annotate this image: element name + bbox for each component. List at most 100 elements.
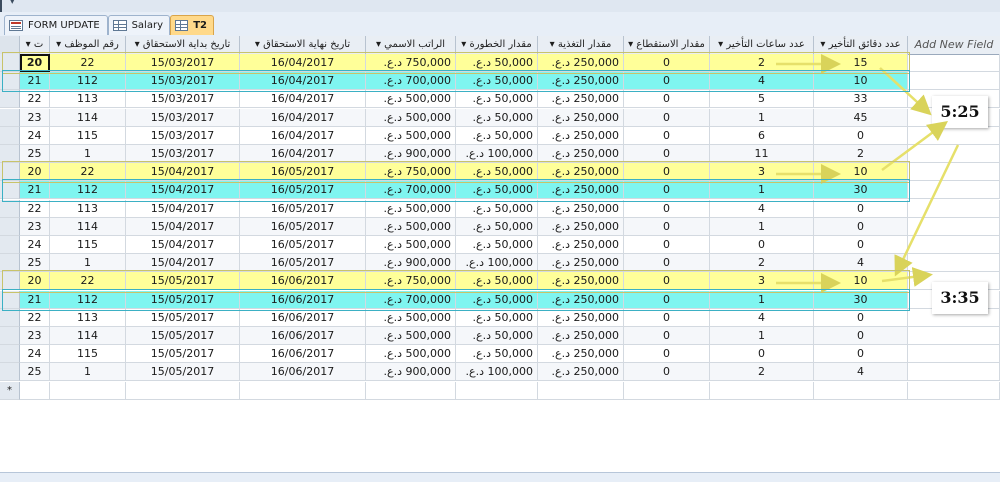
cell-start-date[interactable]: 15/03/2017 [126,90,240,109]
new-record-marker[interactable]: * [0,381,20,400]
cell-food-amount[interactable]: 250,000 د.ع. [538,254,624,273]
new-record-cell[interactable] [908,381,1000,400]
cell-employee-no[interactable]: 112 [50,181,126,200]
cell-t[interactable]: 22 [20,199,50,218]
cell-food-amount[interactable]: 250,000 د.ع. [538,363,624,382]
cell-base-salary[interactable]: 500,000 د.ع. [366,236,456,254]
cell-employee-no[interactable]: 113 [50,308,126,327]
cell-t[interactable]: 20 [20,54,50,72]
table-row[interactable]: 21 112 15/04/2017 16/05/2017 700,000 د.ع. 50,… [0,181,1000,200]
cell-start-date[interactable]: 15/04/2017 [126,217,240,236]
cell-food-amount[interactable]: 250,000 د.ع. [538,236,624,254]
cell-new-field[interactable] [908,199,1000,218]
cell-t[interactable]: 23 [20,217,50,236]
cell-risk-amount[interactable]: 50,000 د.ع. [456,290,538,309]
cell-base-salary[interactable]: 750,000 د.ع. [366,54,456,72]
cell-t[interactable]: 25 [20,254,50,273]
record-selector[interactable] [0,345,20,364]
new-record-cell[interactable] [50,381,126,400]
column-header-employee-no[interactable]: رقم الموظف ▾ [50,36,126,54]
sort-dropdown-icon[interactable]: ▾ [550,39,555,50]
column-header-food-amount[interactable]: مقدار التغذية ▾ [538,36,624,54]
sort-dropdown-icon[interactable]: ▾ [820,39,825,50]
cell-food-amount[interactable]: 250,000 د.ع. [538,217,624,236]
cell-deduction[interactable]: 0 [624,308,710,327]
cell-food-amount[interactable]: 250,000 د.ع. [538,308,624,327]
cell-deduction[interactable]: 0 [624,345,710,364]
cell-late-hours[interactable]: 0 [710,345,814,364]
table-row[interactable]: 22 113 15/05/2017 16/06/2017 500,000 د.ع. 50,… [0,308,1000,327]
new-record-cell[interactable] [814,381,908,400]
column-header-start-date[interactable]: تاريخ بداية الاستحقاق ▾ [126,36,240,54]
cell-late-minutes[interactable]: 10 [814,72,908,91]
cell-end-date[interactable]: 16/05/2017 [240,181,366,200]
cell-base-salary[interactable]: 500,000 د.ع. [366,108,456,127]
cell-food-amount[interactable]: 250,000 د.ع. [538,163,624,182]
cell-new-field[interactable] [908,363,1000,382]
cell-t[interactable]: 21 [20,181,50,200]
record-selector[interactable] [0,108,20,127]
cell-new-field[interactable] [908,163,1000,182]
cell-employee-no[interactable]: 112 [50,72,126,91]
sort-dropdown-icon[interactable]: ▾ [718,39,723,50]
new-record-cell[interactable] [20,381,50,400]
cell-t[interactable]: 23 [20,108,50,127]
cell-late-minutes[interactable]: 15 [814,54,908,72]
cell-t[interactable]: 24 [20,236,50,254]
cell-late-minutes[interactable]: 0 [814,327,908,345]
cell-employee-no[interactable]: 114 [50,108,126,127]
cell-end-date[interactable]: 16/06/2017 [240,272,366,291]
new-record-cell[interactable] [710,381,814,400]
cell-new-field[interactable] [908,126,1000,145]
sort-dropdown-icon[interactable]: ▾ [26,39,31,50]
cell-start-date[interactable]: 15/05/2017 [126,345,240,364]
cell-new-field[interactable] [908,145,1000,163]
cell-employee-no[interactable]: 113 [50,199,126,218]
cell-new-field[interactable] [908,72,1000,91]
table-row[interactable]: 20 22 15/05/2017 16/06/2017 750,000 د.ع. 50,0… [0,272,1000,291]
cell-end-date[interactable]: 16/05/2017 [240,217,366,236]
cell-end-date[interactable]: 16/04/2017 [240,145,366,163]
cell-base-salary[interactable]: 750,000 د.ع. [366,272,456,291]
cell-end-date[interactable]: 16/04/2017 [240,108,366,127]
cell-start-date[interactable]: 15/04/2017 [126,254,240,273]
cell-late-minutes[interactable]: 0 [814,217,908,236]
tab-t2[interactable]: T2 [170,15,214,35]
cell-risk-amount[interactable]: 50,000 د.ع. [456,308,538,327]
cell-start-date[interactable]: 15/03/2017 [126,126,240,145]
cell-late-minutes[interactable]: 0 [814,345,908,364]
quick-access-dropdown-icon[interactable]: ▾ [10,0,15,7]
column-header-base-salary[interactable]: الراتب الاسمي ▾ [366,36,456,54]
cell-late-minutes[interactable]: 30 [814,290,908,309]
cell-t[interactable]: 25 [20,145,50,163]
cell-deduction[interactable]: 0 [624,236,710,254]
cell-base-salary[interactable]: 500,000 د.ع. [366,308,456,327]
cell-late-minutes[interactable]: 2 [814,145,908,163]
cell-deduction[interactable]: 0 [624,254,710,273]
cell-employee-no[interactable]: 113 [50,90,126,109]
cell-late-minutes[interactable]: 0 [814,126,908,145]
cell-deduction[interactable]: 0 [624,181,710,200]
record-selector[interactable] [0,327,20,345]
cell-start-date[interactable]: 15/04/2017 [126,236,240,254]
cell-deduction[interactable]: 0 [624,290,710,309]
cell-late-minutes[interactable]: 0 [814,236,908,254]
cell-late-minutes[interactable]: 45 [814,108,908,127]
record-selector[interactable] [0,163,20,182]
table-row[interactable]: 20 22 15/03/2017 16/04/2017 750,000 د.ع. 50,0… [0,54,1000,72]
table-row[interactable]: 24 115 15/03/2017 16/04/2017 500,000 د.ع. 50,… [0,126,1000,145]
cell-late-hours[interactable]: 6 [710,126,814,145]
cell-food-amount[interactable]: 250,000 د.ع. [538,126,624,145]
cell-risk-amount[interactable]: 100,000 د.ع. [456,363,538,382]
record-selector[interactable] [0,90,20,109]
cell-end-date[interactable]: 16/04/2017 [240,54,366,72]
cell-employee-no[interactable]: 22 [50,163,126,182]
cell-late-minutes[interactable]: 33 [814,90,908,109]
cell-base-salary[interactable]: 500,000 د.ع. [366,90,456,109]
cell-food-amount[interactable]: 250,000 د.ع. [538,90,624,109]
cell-start-date[interactable]: 15/05/2017 [126,327,240,345]
record-selector[interactable] [0,199,20,218]
cell-end-date[interactable]: 16/05/2017 [240,199,366,218]
column-header-late-hours[interactable]: عدد ساعات التأخير ▾ [710,36,814,54]
cell-start-date[interactable]: 15/03/2017 [126,108,240,127]
